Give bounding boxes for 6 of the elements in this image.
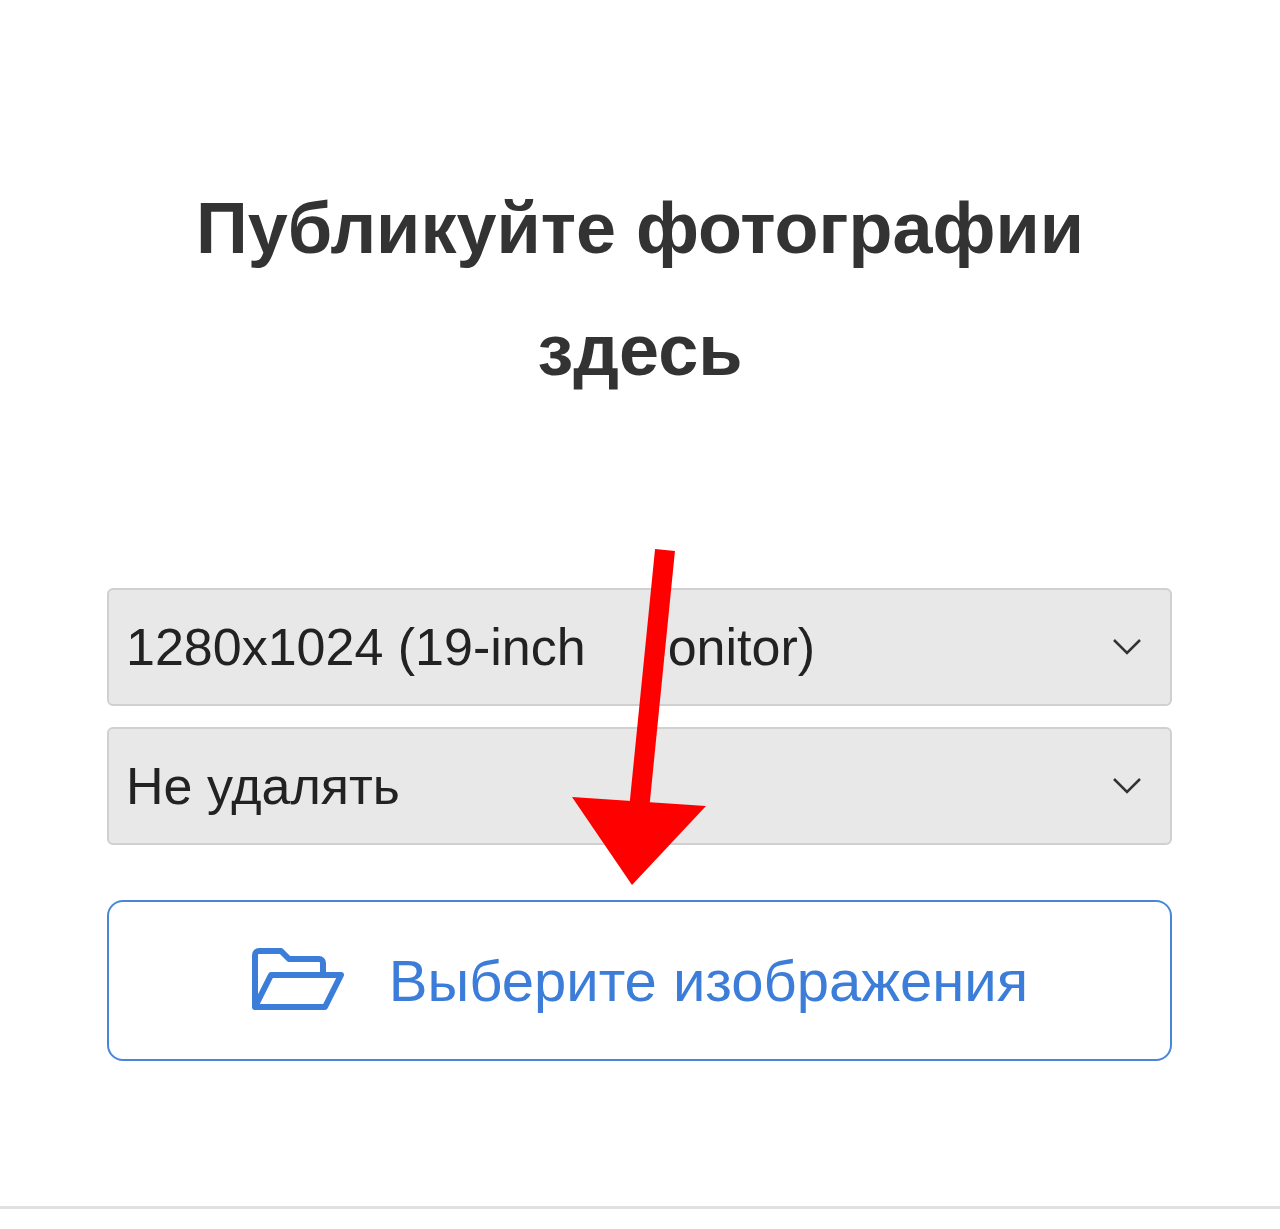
chevron-down-icon	[1112, 638, 1142, 656]
chevron-down-icon	[1112, 777, 1142, 795]
dropdown-field[interactable]: Не удалять	[107, 727, 1172, 845]
choose-images-button[interactable]: Выберите изображения	[107, 900, 1172, 1061]
page-title: Публикуйте фотографии здесь	[194, 187, 1086, 392]
dropdown-field[interactable]: 1280x1024 (19-inch onitor)	[107, 588, 1172, 706]
